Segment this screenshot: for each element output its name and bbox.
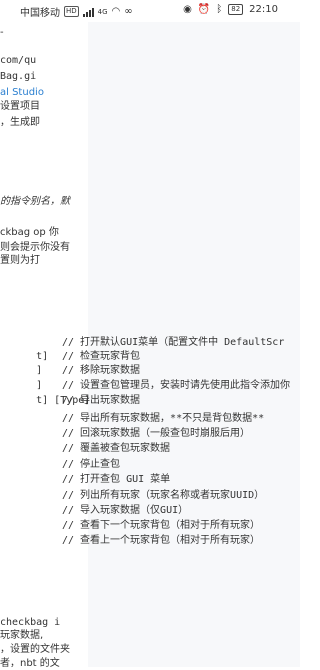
paragraph-2: 置则为打 [0, 255, 40, 266]
command-comment: // 停止查包 [62, 459, 121, 470]
bottom-line-2: 玩家数据, [0, 630, 44, 641]
top-fragment: - [0, 27, 4, 38]
command-comment: // 查看下一个玩家背包（相对于所有玩家） [62, 520, 261, 531]
command-comment: // 导出所有玩家数据，**不只是背包数据** [62, 413, 265, 424]
command-comment: // 回滚玩家数据（一般查包时崩服后用） [62, 428, 251, 439]
visual-studio-link[interactable]: al Studio [0, 86, 44, 99]
command-comment: // 导出玩家数据 [62, 395, 141, 406]
command-comment: // 检查玩家背包 [62, 351, 141, 362]
command-comment: // 覆盖被查包玩家数据 [62, 443, 171, 454]
url-line-2[interactable]: Bag.gi [0, 70, 36, 83]
command-comment: // 设置查包管理员，安装时请先使用此指令添加你 [62, 380, 291, 391]
command-comment: // 移除玩家数据 [62, 365, 141, 376]
paragraph-1b: 则会提示你没有 [0, 242, 70, 253]
bottom-line-3: ，设置的文件夹 [0, 644, 70, 655]
document-content: - com/qu Bag.gi al Studio 设置项目 ，生成即 的指令别… [0, 0, 300, 669]
paragraph-1a: ckbag op 你 [0, 227, 59, 238]
command-comment: // 列出所有玩家（玩家名称或者玩家UUID） [62, 490, 265, 501]
command-comment: // 打开默认GUI菜单（配置文件中 DefaultScr [62, 337, 285, 348]
alias-note: 的指令别名，默 [0, 196, 70, 207]
bottom-line-4: 者，nbt 的文 [0, 658, 60, 669]
bottom-line-1: checkbag i [0, 617, 61, 628]
command-comment: // 打开查包 GUI 菜单 [62, 474, 171, 485]
url-line-1[interactable]: com/qu [0, 54, 36, 67]
setup-text: 设置项目 [0, 101, 40, 112]
generate-text: ，生成即 [0, 117, 40, 128]
command-row: // 查看上一个玩家背包（相对于所有玩家） [0, 521, 260, 560]
command-comment: // 查看上一个玩家背包（相对于所有玩家） [62, 535, 261, 546]
command-comment: // 导入玩家数据（仅GUI） [62, 505, 189, 516]
